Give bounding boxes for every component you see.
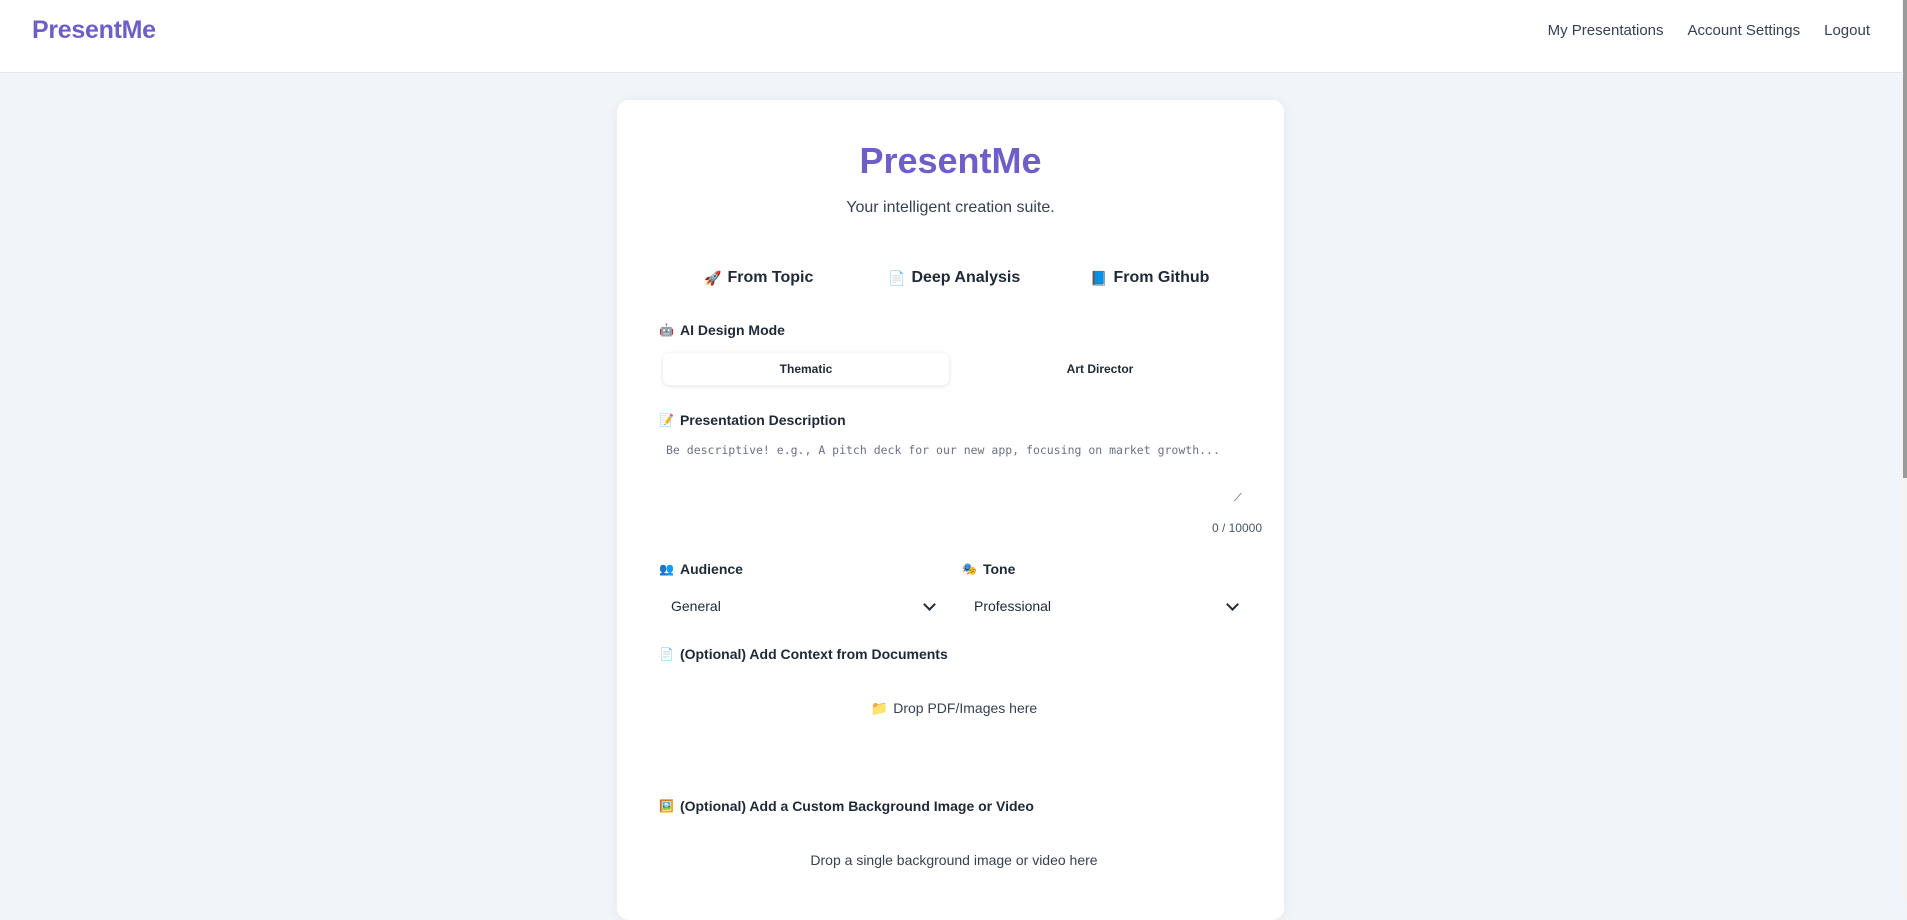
tab-label: From Topic xyxy=(727,269,814,286)
art-director-button[interactable]: Art Director xyxy=(957,353,1243,385)
tone-label: 🎭 Tone xyxy=(962,561,1015,577)
design-mode-label-text: AI Design Mode xyxy=(679,322,785,338)
source-tabs: 🚀 From Topic 📄 Deep Analysis 📘 From Gith… xyxy=(657,260,1247,296)
tab-deep-analysis[interactable]: 📄 Deep Analysis xyxy=(888,260,1020,296)
rocket-icon: 🚀 xyxy=(704,269,722,286)
design-mode-label: 🤖 AI Design Mode xyxy=(659,322,785,338)
book-icon: 📘 xyxy=(1090,269,1108,286)
tab-from-github[interactable]: 📘 From Github xyxy=(1090,260,1209,296)
audience-label-text: Audience xyxy=(679,561,743,577)
character-counter: 0 / 10000 xyxy=(1211,521,1262,535)
dropzone-text: Drop a single background image or video … xyxy=(810,852,1098,868)
audience-label: 👥 Audience xyxy=(659,561,743,577)
chevron-down-icon xyxy=(1226,597,1239,611)
description-label: 📝 Presentation Description xyxy=(659,412,846,428)
nav-my-presentations[interactable]: My Presentations xyxy=(1548,22,1664,39)
description-label-text: Presentation Description xyxy=(679,412,846,428)
background-label: 🖼️ (Optional) Add a Custom Background Im… xyxy=(659,798,1034,814)
background-label-text: (Optional) Add a Custom Background Image… xyxy=(679,798,1034,814)
tab-label: Deep Analysis xyxy=(911,269,1021,286)
logo[interactable]: PresentMe xyxy=(32,16,156,45)
dropzone-text: Drop PDF/Images here xyxy=(893,700,1038,716)
tone-label-text: Tone xyxy=(982,561,1016,577)
nav-logout[interactable]: Logout xyxy=(1824,22,1870,39)
design-mode-toggle: Thematic Art Director xyxy=(660,353,1246,387)
tone-select[interactable]: Professional xyxy=(963,592,1249,620)
people-icon: 👥 xyxy=(659,562,674,576)
tab-label: From Github xyxy=(1113,269,1210,286)
card-subtitle: Your intelligent creation suite. xyxy=(846,199,1055,216)
chevron-down-icon xyxy=(923,597,936,611)
robot-icon: 🤖 xyxy=(659,323,674,337)
top-navbar: PresentMe My Presentations Account Setti… xyxy=(0,0,1902,73)
audience-value: General xyxy=(671,598,721,614)
picture-icon: 🖼️ xyxy=(659,799,674,813)
document-icon: 📄 xyxy=(888,269,906,286)
theater-masks-icon: 🎭 xyxy=(962,562,977,576)
scrollbar-thumb[interactable] xyxy=(1903,0,1907,478)
nav-account-settings[interactable]: Account Settings xyxy=(1688,22,1801,39)
tab-from-topic[interactable]: 🚀 From Topic xyxy=(704,260,813,296)
resize-handle-icon[interactable]: ⟋ xyxy=(1234,493,1244,504)
audience-select[interactable]: General xyxy=(660,592,946,620)
tone-value: Professional xyxy=(974,598,1052,614)
context-docs-label: 📄 (Optional) Add Context from Documents xyxy=(659,646,948,662)
folder-icon: 📁 xyxy=(870,699,889,716)
description-textarea[interactable] xyxy=(660,443,1254,503)
background-dropzone[interactable]: Drop a single background image or video … xyxy=(659,828,1249,892)
creation-card: PresentMe Your intelligent creation suit… xyxy=(617,100,1284,920)
top-nav: My Presentations Account Settings Logout xyxy=(1548,22,1870,39)
documents-dropzone[interactable]: 📁 Drop PDF/Images here xyxy=(659,676,1249,740)
document-icon: 📄 xyxy=(659,647,674,661)
memo-icon: 📝 xyxy=(659,413,674,427)
card-title: PresentMe xyxy=(859,140,1042,181)
thematic-button[interactable]: Thematic xyxy=(663,353,949,385)
context-docs-label-text: (Optional) Add Context from Documents xyxy=(679,646,948,662)
